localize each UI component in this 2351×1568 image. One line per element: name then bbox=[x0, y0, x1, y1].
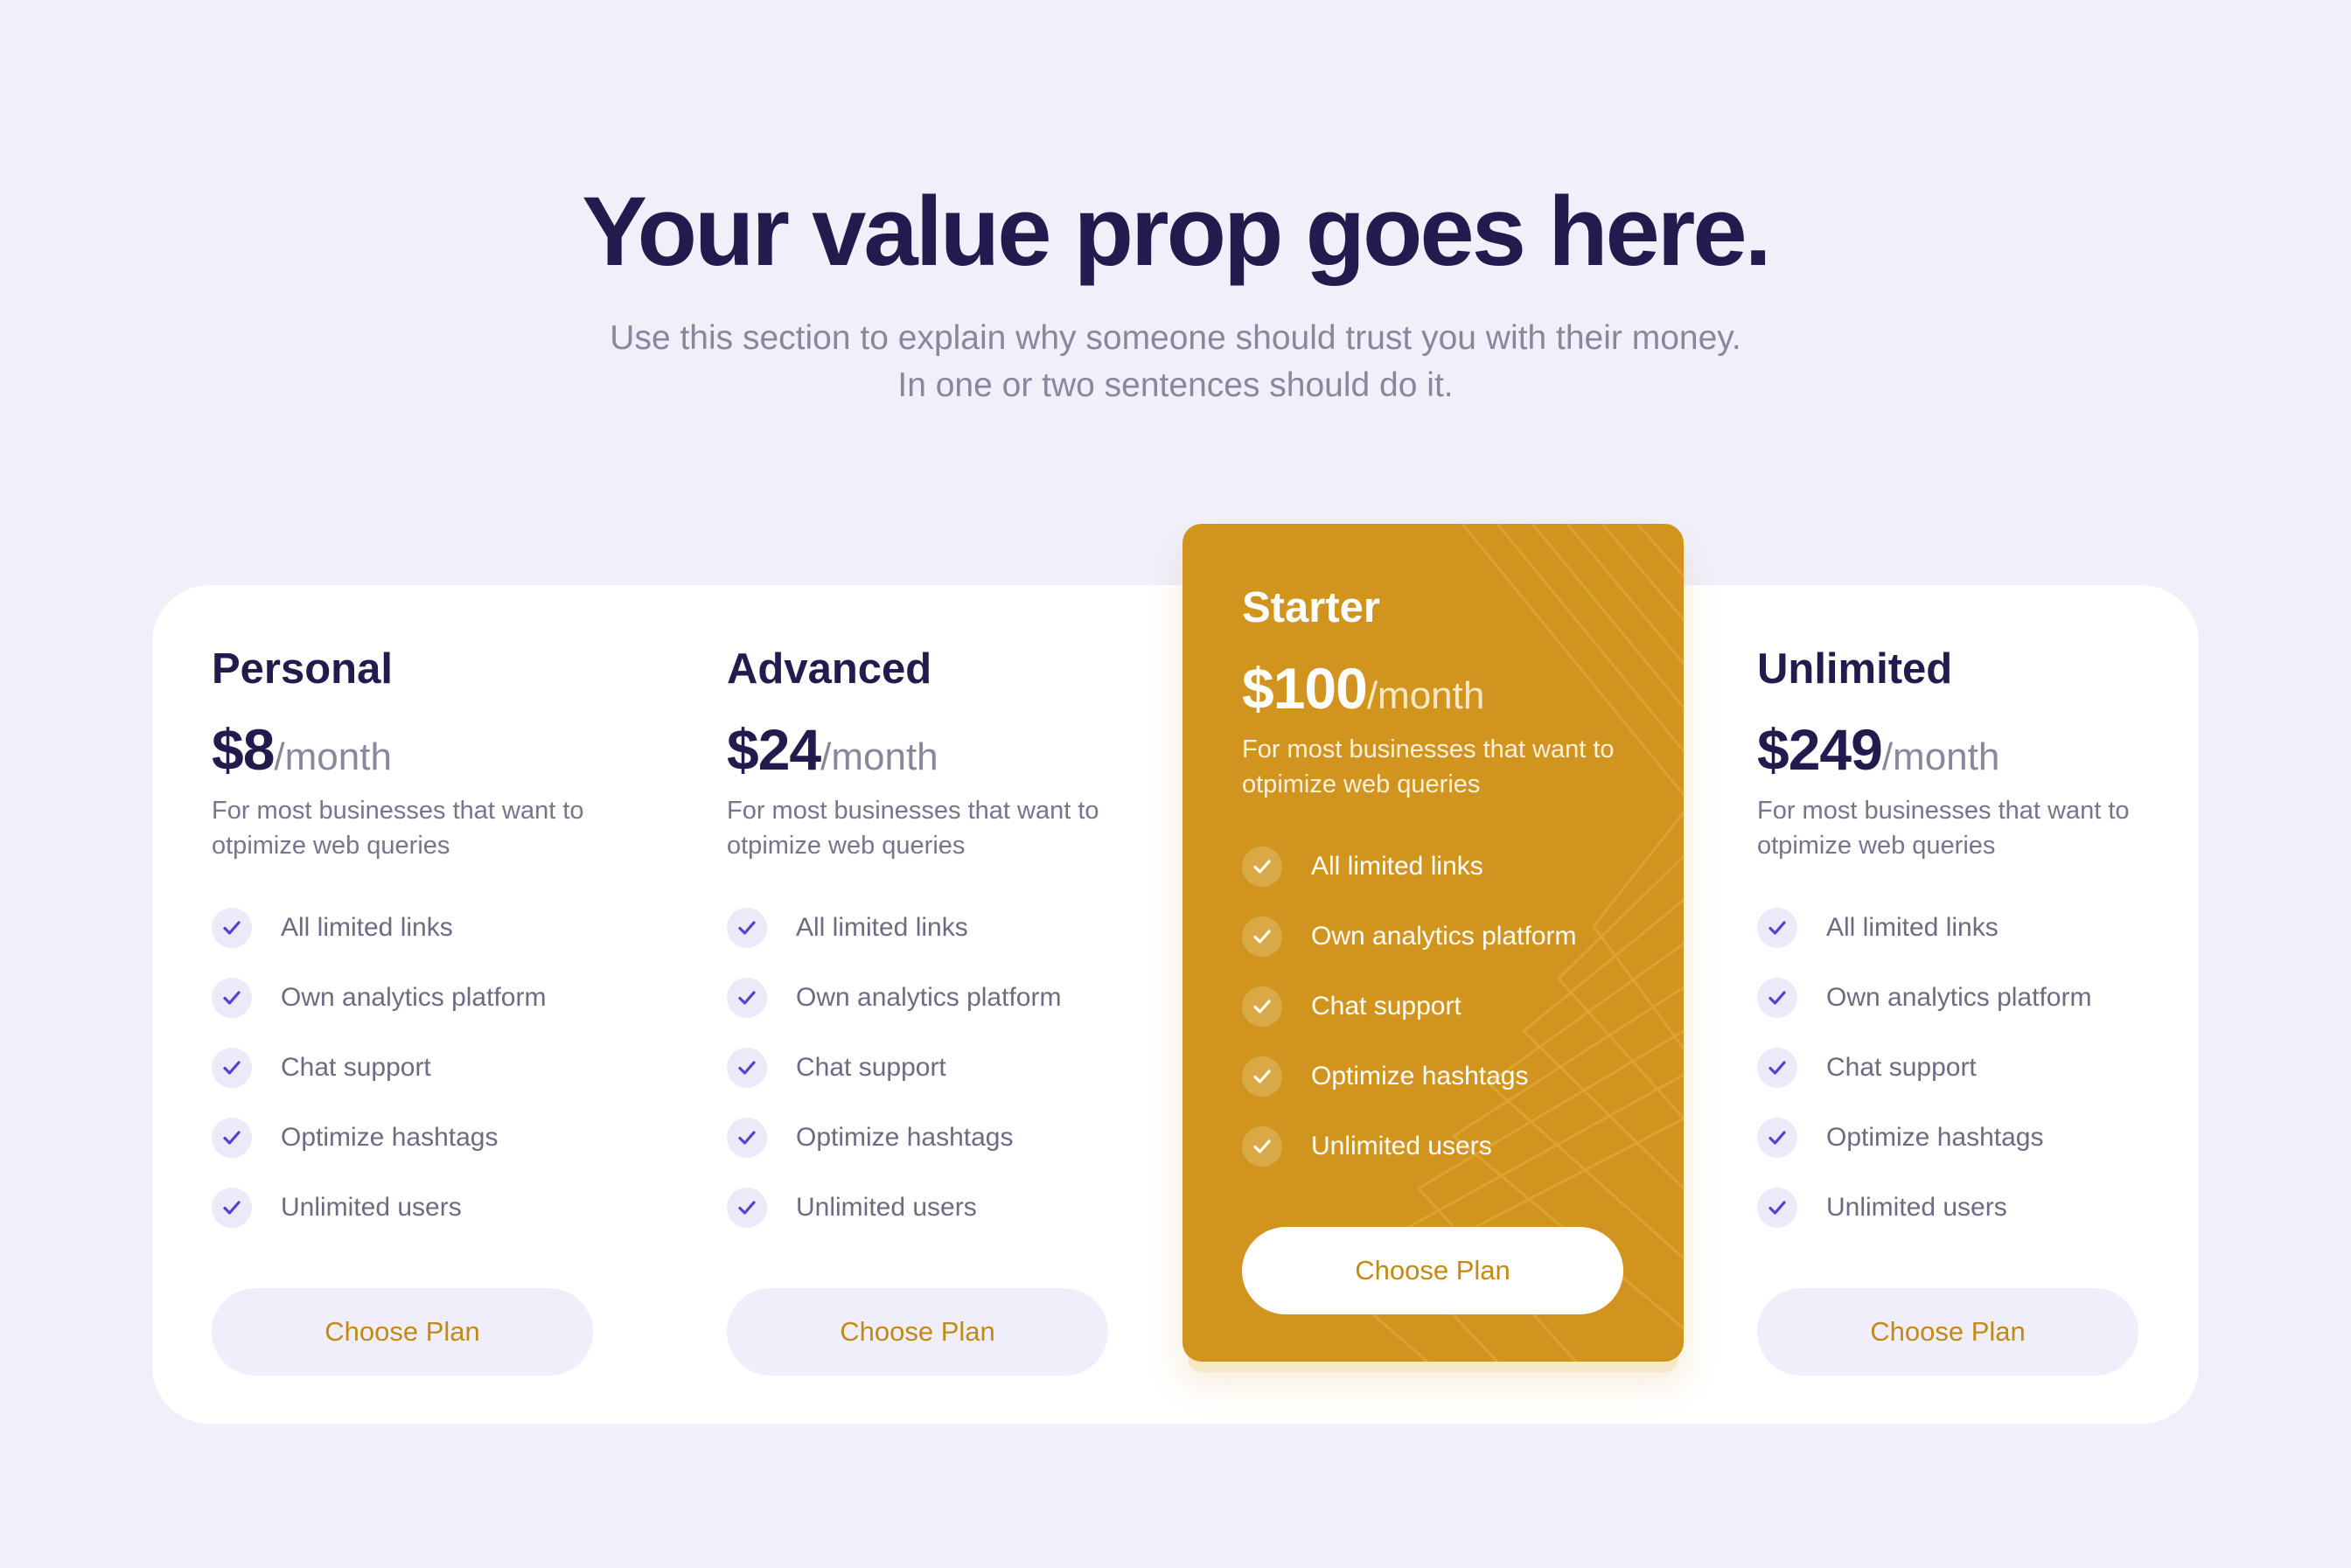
plan-description: For most businesses that want to otpimiz… bbox=[1242, 735, 1615, 798]
check-icon bbox=[1242, 986, 1282, 1027]
check-icon bbox=[212, 1188, 252, 1228]
check-icon bbox=[1757, 908, 1797, 948]
feature-label: Unlimited users bbox=[796, 1193, 977, 1222]
plan-card-unlimited: Unlimited $249/month For most businesses t… bbox=[1757, 643, 2142, 1376]
feature-label: All limited links bbox=[1826, 913, 1999, 942]
check-icon bbox=[1757, 1048, 1797, 1088]
price-row: $8/month bbox=[212, 714, 596, 784]
feature-item: All limited links bbox=[1757, 893, 2142, 963]
plan-price: $24 bbox=[727, 717, 821, 782]
plan-price: $249 bbox=[1757, 717, 1883, 782]
feature-label: All limited links bbox=[1311, 852, 1483, 881]
price-period: /month bbox=[1881, 735, 2000, 778]
price-period: /month bbox=[1366, 674, 1485, 717]
price-period: /month bbox=[820, 735, 938, 778]
price-row: $249/month bbox=[1757, 714, 2142, 784]
feature-label: Optimize hashtags bbox=[1311, 1062, 1529, 1091]
check-icon bbox=[727, 908, 767, 948]
choose-plan-button[interactable]: Choose Plan bbox=[1242, 1227, 1623, 1314]
feature-item: Own analytics platform bbox=[1757, 963, 2142, 1033]
plan-card-personal: Personal $8/month For most businesses that… bbox=[212, 643, 596, 1376]
check-icon bbox=[1757, 1188, 1797, 1228]
check-icon bbox=[727, 978, 767, 1018]
feature-label: Unlimited users bbox=[281, 1193, 462, 1222]
page-title: Your value prop goes here. bbox=[582, 177, 1772, 286]
feature-item: Chat support bbox=[1242, 972, 1627, 1042]
plan-card-advanced: Advanced $24/month For most businesses tha… bbox=[727, 643, 1112, 1376]
feature-item: Chat support bbox=[212, 1033, 596, 1103]
check-icon bbox=[212, 908, 252, 948]
feature-label: Unlimited users bbox=[1311, 1132, 1492, 1160]
page-subtitle: Use this section to explain why someone … bbox=[0, 315, 2351, 409]
feature-label: Chat support bbox=[1826, 1053, 1977, 1082]
feature-item: Optimize hashtags bbox=[1757, 1103, 2142, 1173]
feature-label: Chat support bbox=[281, 1053, 431, 1082]
plan-price: $8 bbox=[212, 717, 275, 782]
plan-card-starter: Starter $100/month For most businesses tha… bbox=[1242, 582, 1627, 1314]
feature-label: Chat support bbox=[796, 1053, 946, 1082]
feature-item: Optimize hashtags bbox=[212, 1103, 596, 1173]
price-period: /month bbox=[274, 735, 392, 778]
check-icon bbox=[727, 1118, 767, 1158]
feature-item: Unlimited users bbox=[727, 1173, 1112, 1243]
plan-name: Starter bbox=[1242, 584, 1380, 631]
plan-description: For most businesses that want to otpimiz… bbox=[1757, 797, 2130, 860]
feature-label: Own analytics platform bbox=[1826, 983, 2092, 1012]
feature-label: Optimize hashtags bbox=[281, 1123, 499, 1152]
feature-item: Unlimited users bbox=[212, 1173, 596, 1243]
choose-plan-button[interactable]: Choose Plan bbox=[212, 1288, 593, 1376]
feature-list: All limited links Own analytics platform C… bbox=[1242, 832, 1627, 1181]
plan-description: For most businesses that want to otpimiz… bbox=[212, 797, 584, 860]
feature-item: All limited links bbox=[1242, 832, 1627, 902]
feature-item: Unlimited users bbox=[1757, 1173, 2142, 1243]
feature-label: Own analytics platform bbox=[281, 983, 547, 1012]
feature-item: Own analytics platform bbox=[1242, 902, 1627, 972]
check-icon bbox=[1242, 916, 1282, 957]
feature-item: Optimize hashtags bbox=[1242, 1042, 1627, 1112]
plan-name: Advanced bbox=[727, 645, 932, 693]
feature-item: Own analytics platform bbox=[727, 963, 1112, 1033]
feature-list: All limited links Own analytics platform C… bbox=[727, 893, 1112, 1243]
feature-item: Chat support bbox=[1757, 1033, 2142, 1103]
check-icon bbox=[727, 1048, 767, 1088]
feature-item: Own analytics platform bbox=[212, 963, 596, 1033]
feature-item: Chat support bbox=[727, 1033, 1112, 1103]
check-icon bbox=[1242, 847, 1282, 887]
plan-description: For most businesses that want to otpimiz… bbox=[727, 797, 1099, 860]
feature-label: Chat support bbox=[1311, 992, 1462, 1021]
feature-label: All limited links bbox=[796, 913, 968, 942]
plan-name: Personal bbox=[212, 645, 393, 693]
check-icon bbox=[212, 1118, 252, 1158]
check-icon bbox=[1242, 1056, 1282, 1097]
feature-label: Optimize hashtags bbox=[1826, 1123, 2044, 1152]
price-row: $100/month bbox=[1242, 653, 1627, 723]
plan-price: $100 bbox=[1242, 656, 1368, 721]
feature-label: Own analytics platform bbox=[1311, 922, 1577, 951]
check-icon bbox=[212, 978, 252, 1018]
feature-label: Unlimited users bbox=[1826, 1193, 2007, 1222]
feature-label: Own analytics platform bbox=[796, 983, 1062, 1012]
feature-label: Optimize hashtags bbox=[796, 1123, 1014, 1152]
feature-item: Unlimited users bbox=[1242, 1112, 1627, 1181]
feature-list: All limited links Own analytics platform C… bbox=[212, 893, 596, 1243]
check-icon bbox=[1757, 1118, 1797, 1158]
price-row: $24/month bbox=[727, 714, 1112, 784]
feature-label: All limited links bbox=[281, 913, 453, 942]
check-icon bbox=[1242, 1126, 1282, 1167]
subtitle-line-2: In one or two sentences should do it. bbox=[897, 366, 1454, 404]
feature-item: Optimize hashtags bbox=[727, 1103, 1112, 1173]
check-icon bbox=[1757, 978, 1797, 1018]
feature-item: All limited links bbox=[212, 893, 596, 963]
choose-plan-button[interactable]: Choose Plan bbox=[1757, 1288, 2138, 1376]
feature-list: All limited links Own analytics platform C… bbox=[1757, 893, 2142, 1243]
choose-plan-button[interactable]: Choose Plan bbox=[727, 1288, 1108, 1376]
subtitle-line-1: Use this section to explain why someone … bbox=[610, 319, 1741, 357]
feature-item: All limited links bbox=[727, 893, 1112, 963]
check-icon bbox=[727, 1188, 767, 1228]
check-icon bbox=[212, 1048, 252, 1088]
plan-name: Unlimited bbox=[1757, 645, 1953, 693]
